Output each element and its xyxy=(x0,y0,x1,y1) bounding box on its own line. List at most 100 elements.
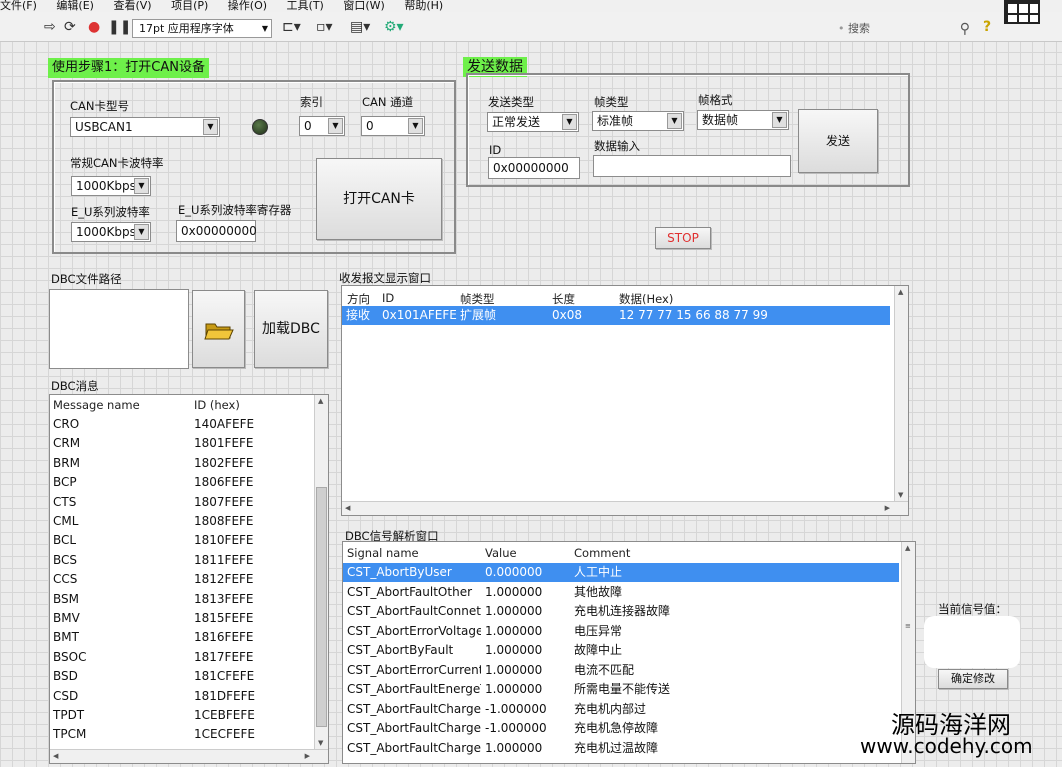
signal-row[interactable]: CST_AbortFaultOther 1.000000 其他故障 xyxy=(343,583,899,602)
signal-row[interactable]: CST_AbortFaultConneto 1.000000 充电机连接器故障 xyxy=(343,602,899,621)
resize-icon[interactable]: ▤▾ xyxy=(350,18,370,36)
menu-window[interactable]: 窗口(W) xyxy=(343,0,384,11)
menu-help[interactable]: 帮助(H) xyxy=(404,0,443,11)
dbc-message-row[interactable]: CML 1808FEFE xyxy=(50,512,314,531)
signal-row[interactable]: CST_AbortFaultCharger -1.000000 充电机内部过 xyxy=(343,700,899,719)
dbc-message-row[interactable]: TPDT 1CEBFEFE xyxy=(50,706,314,725)
signal-row[interactable]: CST_AbortByUser 0.000000 人工中止 xyxy=(343,563,899,582)
scroll-up-icon[interactable]: ▲ xyxy=(905,544,910,552)
confirm-modify-button[interactable]: 确定修改 xyxy=(938,669,1008,689)
chevron-down-icon: ▼ xyxy=(134,224,149,240)
signal-row[interactable]: CST_AbortFaultCharger -1.000000 充电机急停故障 xyxy=(343,719,899,738)
dbc-message-row[interactable]: CSD 181DFEFE xyxy=(50,687,314,706)
menu-file[interactable]: 文件(F) xyxy=(0,0,37,11)
scroll-right-icon[interactable]: ▶ xyxy=(305,752,310,760)
signal-comment: 其他故障 xyxy=(574,584,623,599)
chevron-down-icon: ▼ xyxy=(667,113,682,129)
signal-row[interactable]: CST_AbortByFault 1.000000 故障中止 xyxy=(343,641,899,660)
run-arrow-icon[interactable]: ⇨ xyxy=(44,18,56,36)
scroll-left-icon[interactable]: ◀ xyxy=(345,504,350,512)
align-icon[interactable]: ⊏▾ xyxy=(282,18,301,36)
dbc-message-row[interactable]: BMV 1815FEFE xyxy=(50,609,314,628)
scroll-down-icon[interactable]: ▼ xyxy=(318,739,323,747)
menu-project[interactable]: 项目(P) xyxy=(171,0,208,11)
menu-tools[interactable]: 工具(T) xyxy=(287,0,324,11)
signal-window-list[interactable]: Signal name Value Comment CST_AbortByUse… xyxy=(342,541,916,764)
step1-title: 使用步骤1：打开CAN设备 xyxy=(48,58,209,78)
msg-window-list[interactable]: 方向 ID 帧类型 长度 数据(Hex) 接收 0x101AFEFE 扩展帧 0… xyxy=(341,285,909,516)
dbc-message-name: BSOC xyxy=(53,649,87,664)
stop-button[interactable]: STOP xyxy=(655,227,711,249)
channel-select[interactable]: 0 ▼ xyxy=(361,116,425,136)
index-select[interactable]: 0 ▼ xyxy=(299,116,345,136)
scroll-left-icon[interactable]: ◀ xyxy=(53,752,58,760)
msg-row[interactable]: 接收 0x101AFEFE 扩展帧 0x08 12 77 77 15 66 88… xyxy=(342,306,890,325)
frame-format-select[interactable]: 数据帧 ▼ xyxy=(697,110,789,130)
send-type-select[interactable]: 正常发送 ▼ xyxy=(487,112,579,132)
msg-cell-frame-type: 扩展帧 xyxy=(460,308,497,322)
signal-row[interactable]: CST_AbortErrorCurrent 1.000000 电流不匹配 xyxy=(343,661,899,680)
dbc-message-row[interactable]: TPCM 1CECFEFE xyxy=(50,725,314,744)
scroll-right-icon[interactable]: ▶ xyxy=(885,504,890,512)
dbc-message-row[interactable]: BRM 1802FEFE xyxy=(50,454,314,473)
scroll-thumb[interactable] xyxy=(316,487,327,727)
dbc-messages-list[interactable]: Message name ID (hex) CRO 140AFEFE CRM 1801… xyxy=(49,394,329,764)
scroll-up-icon[interactable]: ▲ xyxy=(318,397,323,405)
dbc-message-name: CML xyxy=(53,514,79,528)
baud-select[interactable]: 1000Kbps ▼ xyxy=(71,176,151,196)
abort-icon[interactable]: ● xyxy=(88,18,100,36)
id-input[interactable]: 0x00000000 xyxy=(488,157,580,179)
dbc-message-row[interactable]: CRO 140AFEFE xyxy=(50,415,314,434)
frame-type-select[interactable]: 标准帧 ▼ xyxy=(592,111,684,131)
help-icon[interactable]: ? xyxy=(983,19,999,35)
load-dbc-button[interactable]: 加载DBC xyxy=(254,290,328,368)
dbc-vertical-scrollbar[interactable]: ▲ ▼ xyxy=(314,395,328,749)
pause-icon[interactable]: ❚❚ xyxy=(108,18,131,36)
menu-operate[interactable]: 操作(O) xyxy=(228,0,267,11)
send-button[interactable]: 发送 xyxy=(798,109,878,173)
dbc-message-row[interactable]: CRM 1801FEFE xyxy=(50,434,314,453)
signal-comment: 所需电量不能传送 xyxy=(574,682,671,696)
msg-vertical-scrollbar[interactable]: ▲ ▼ xyxy=(894,286,908,501)
distribute-icon[interactable]: ▫▾ xyxy=(316,18,333,36)
dbc-message-row[interactable]: CCS 1812FEFE xyxy=(50,570,314,589)
dbc-horizontal-scrollbar[interactable]: ◀ ▶ xyxy=(50,749,328,763)
eu-reg-input[interactable]: 0x00000000 xyxy=(176,220,257,242)
reorder-icon[interactable]: ⚙▾ xyxy=(384,18,404,36)
font-select[interactable]: 17pt 应用程序字体 ▼ xyxy=(132,19,272,38)
msg-cell-length: 0x08 xyxy=(552,308,583,322)
scroll-up-icon[interactable]: ▲ xyxy=(898,288,903,296)
signal-row[interactable]: CST_AbortErrorVoltage 1.000000 电压异常 xyxy=(343,622,899,641)
dbc-message-row[interactable]: BCL 1810FEFE xyxy=(50,531,314,550)
dbc-message-id: 181DFEFE xyxy=(194,688,256,703)
dbc-message-row[interactable]: BMT 1816FEFE xyxy=(50,628,314,647)
dbc-message-row[interactable]: BCP 1806FEFE xyxy=(50,473,314,492)
signal-row[interactable]: CST_AbortFaultCharger 1.000000 充电机过温故障 xyxy=(343,739,899,758)
data-input[interactable] xyxy=(593,155,791,177)
current-signal-value[interactable] xyxy=(924,616,1020,668)
dbc-message-row[interactable]: BSM 1813FEFE xyxy=(50,590,314,609)
open-can-button[interactable]: 打开CAN卡 xyxy=(316,158,442,240)
browse-folder-button[interactable] xyxy=(192,290,245,368)
menu-view[interactable]: 查看(V) xyxy=(113,0,151,11)
menu-edit[interactable]: 编辑(E) xyxy=(56,0,94,11)
signal-row[interactable]: CST_AbortFaultEnergeT 1.000000 所需电量不能传送 xyxy=(343,680,899,699)
run-continuous-icon[interactable]: ⟳ xyxy=(64,18,76,36)
signal-comment: 电流不匹配 xyxy=(574,662,635,677)
card-type-select[interactable]: USBCAN1 ▼ xyxy=(70,117,220,137)
msg-horizontal-scrollbar[interactable]: ◀ ▶ xyxy=(342,501,908,515)
dbc-message-row[interactable]: BSOC 1817FEFE xyxy=(50,648,314,667)
dbc-message-name: CRO xyxy=(53,417,80,431)
dbc-path-input[interactable] xyxy=(49,289,189,369)
dbc-message-name: BSM xyxy=(53,591,79,606)
msg-header-length: 长度 xyxy=(552,292,575,306)
eu-baud-select[interactable]: 1000Kbps ▼ xyxy=(71,222,151,242)
dbc-message-row[interactable]: BCS 1811FEFE xyxy=(50,551,314,570)
scroll-down-icon[interactable]: ▼ xyxy=(898,491,903,499)
search-input[interactable]: • 搜索 ⚲ xyxy=(838,20,976,38)
search-icon[interactable]: ⚲ xyxy=(960,20,970,38)
dbc-message-name: CTS xyxy=(53,494,77,509)
dbc-message-row[interactable]: CTS 1807FEFE xyxy=(50,493,314,512)
dbc-message-row[interactable]: BSD 181CFEFE xyxy=(50,667,314,686)
dbc-path-label: DBC文件路径 xyxy=(51,272,122,286)
